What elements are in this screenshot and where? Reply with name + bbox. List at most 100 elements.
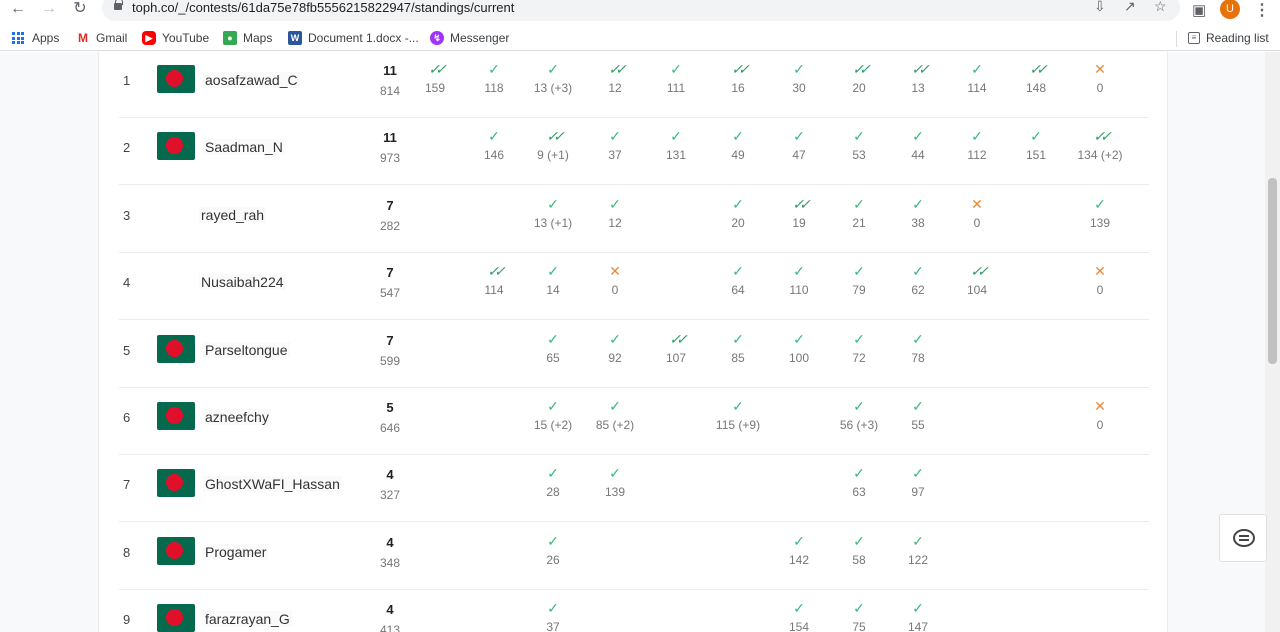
contestant-name[interactable]: Progamer (203, 543, 269, 560)
url-text[interactable]: toph.co/_/contests/61da75e78fb5556215822… (132, 0, 514, 15)
problem-cell[interactable]: ✓ 115 (+9) (706, 397, 770, 441)
problem-cell[interactable]: ✓ 100 (767, 330, 831, 374)
problem-cell[interactable]: ✓ 55 (886, 397, 950, 441)
problem-cell[interactable]: ✓✓ 12 (583, 60, 647, 104)
problem-cell[interactable]: ✓ 58 (827, 532, 891, 576)
contestant-name[interactable]: rayed_rah (199, 206, 267, 223)
scrollbar[interactable] (1265, 52, 1280, 632)
problem-cell[interactable]: ✓✓ 134 (+2) (1068, 127, 1132, 171)
problem-cell[interactable]: ✓ 79 (827, 262, 891, 306)
problem-cell[interactable]: ✓ 111 (644, 60, 708, 104)
more-menu-icon[interactable]: ⋮ (1254, 0, 1270, 20)
bookmark-gmail[interactable]: M Gmail (76, 31, 127, 45)
bookmark-label: Messenger (450, 31, 510, 45)
back-arrow-icon[interactable]: ← (6, 0, 30, 20)
problem-cell[interactable]: ✓✓ 107 (644, 330, 708, 374)
problem-cell[interactable]: ✓✓ 159 (403, 60, 467, 104)
problem-cell[interactable]: ✓ 97 (886, 464, 950, 508)
problem-cell[interactable]: ✓ 151 (1004, 127, 1068, 171)
bookmark-maps[interactable]: ● Maps (223, 31, 272, 45)
problem-cell[interactable]: ✓ 65 (521, 330, 585, 374)
problem-cell[interactable]: ✕ 0 (1068, 397, 1132, 441)
problem-cell[interactable]: ✓ 118 (462, 60, 526, 104)
problem-cell[interactable]: ✓ 15 (+2) (521, 397, 585, 441)
problem-cell[interactable]: ✓ 20 (706, 195, 770, 239)
problem-cell[interactable]: ✓ 112 (945, 127, 1009, 171)
problem-cell[interactable]: ✕ 0 (1068, 262, 1132, 306)
bookmark-youtube[interactable]: ▶ YouTube (142, 31, 209, 45)
problem-cell[interactable]: ✓ 139 (1068, 195, 1132, 239)
problem-cell[interactable]: ✓ 49 (706, 127, 770, 171)
problem-cell[interactable]: ✓ 64 (706, 262, 770, 306)
problem-cell[interactable]: ✓ 44 (886, 127, 950, 171)
scrollbar-thumb[interactable] (1268, 178, 1277, 364)
problem-cell[interactable]: ✓ 26 (521, 532, 585, 576)
problem-cell[interactable]: ✓ 37 (583, 127, 647, 171)
problem-cell[interactable]: ✓ 62 (886, 262, 950, 306)
problem-cell[interactable]: ✓ 154 (767, 599, 831, 632)
problem-cell[interactable]: ✓✓ 19 (767, 195, 831, 239)
problem-cell[interactable]: ✕ 0 (583, 262, 647, 306)
problem-cell[interactable]: ✓ 78 (886, 330, 950, 374)
problem-cell[interactable]: ✓ 85 (706, 330, 770, 374)
contestant-name[interactable]: aosafzawad_C (203, 72, 300, 88)
problem-cell[interactable]: ✓ 53 (827, 127, 891, 171)
problem-cell[interactable]: ✓ 142 (767, 532, 831, 576)
problem-cell[interactable]: ✓ 131 (644, 127, 708, 171)
check-icon: ✓ (732, 398, 744, 414)
bookmark-star-icon[interactable]: ☆ (1154, 0, 1167, 15)
problem-cell[interactable]: ✓ 92 (583, 330, 647, 374)
bookmark-messenger[interactable]: ↯ Messenger (430, 31, 509, 45)
chat-button[interactable] (1219, 514, 1267, 562)
forward-arrow-icon[interactable]: → (37, 0, 61, 20)
problem-cell[interactable]: ✓✓ 9 (+1) (521, 127, 585, 171)
problem-cell[interactable]: ✕ 0 (945, 195, 1009, 239)
problem-cell[interactable]: ✓ 28 (521, 464, 585, 508)
check-icon: ✓ (793, 532, 805, 549)
problem-cell[interactable]: ✓ 37 (521, 599, 585, 632)
contestant-name[interactable]: Nusaibah224 (199, 274, 286, 291)
problem-cell[interactable]: ✓ 56 (+3) (827, 397, 891, 441)
extensions-puzzle-icon[interactable]: ▣ (1192, 1, 1206, 19)
problem-cell[interactable]: ✓ 139 (583, 464, 647, 508)
bookmark-apps[interactable]: Apps (12, 31, 59, 45)
problem-cell[interactable]: ✓ 14 (521, 262, 585, 306)
problem-cell[interactable]: ✓ 72 (827, 330, 891, 374)
problem-cell[interactable]: ✓✓ 148 (1004, 60, 1068, 104)
problem-cell[interactable]: ✓✓ 13 (886, 60, 950, 104)
contestant-name[interactable]: Saadman_N (203, 139, 285, 156)
problem-cell[interactable]: ✓ 85 (+2) (583, 397, 647, 441)
address-bar[interactable]: toph.co/_/contests/61da75e78fb5556215822… (102, 0, 1180, 21)
problem-cell[interactable]: ✓✓ 16 (706, 60, 770, 104)
problem-cell[interactable]: ✓✓ 20 (827, 60, 891, 104)
problem-cell[interactable]: ✓ 110 (767, 262, 831, 306)
problem-cell[interactable]: ✓ 13 (+3) (521, 60, 585, 104)
bookmark-document[interactable]: W Document 1.docx -... (288, 31, 419, 45)
problem-cell[interactable]: ✓ 63 (827, 464, 891, 508)
problem-cell[interactable]: ✓ 146 (462, 127, 526, 171)
problem-cell[interactable]: ✓ 13 (+1) (521, 195, 585, 239)
contestant-name[interactable]: farazrayan_G (203, 611, 292, 628)
contestant-name[interactable]: Parseltongue (203, 341, 290, 358)
problem-cell[interactable]: ✓ 12 (583, 195, 647, 239)
problem-cell[interactable]: ✓ 30 (767, 60, 831, 104)
problem-cell[interactable]: ✓ 47 (767, 127, 831, 171)
reload-icon[interactable]: ↻ (68, 0, 92, 20)
problem-cell[interactable]: ✓✓ 104 (945, 262, 1009, 306)
problem-cell[interactable]: ✓ 122 (886, 532, 950, 576)
contestant-name[interactable]: GhostXWaFI_Hassan (203, 476, 342, 493)
problem-cell[interactable]: ✓ 21 (827, 195, 891, 239)
problem-cell[interactable]: ✓ 147 (886, 599, 950, 632)
share-icon[interactable]: ↗ (1124, 0, 1136, 15)
contestant-name[interactable]: azneefchy (203, 409, 271, 425)
check-icon: ✓ (853, 398, 865, 414)
problem-cell[interactable]: ✕ 0 (1068, 60, 1132, 104)
reading-list-button[interactable]: ≡ Reading list (1188, 31, 1269, 45)
problem-cell[interactable]: ✓ 114 (945, 60, 1009, 104)
profile-avatar[interactable]: U (1220, 0, 1240, 19)
problem-cell[interactable]: ✓✓ 114 (462, 262, 526, 306)
problem-cell[interactable]: ✓ 75 (827, 599, 891, 632)
check-icon: ✓ (853, 330, 865, 347)
problem-cell[interactable]: ✓ 38 (886, 195, 950, 239)
install-app-icon[interactable]: ⇩ (1094, 0, 1106, 15)
